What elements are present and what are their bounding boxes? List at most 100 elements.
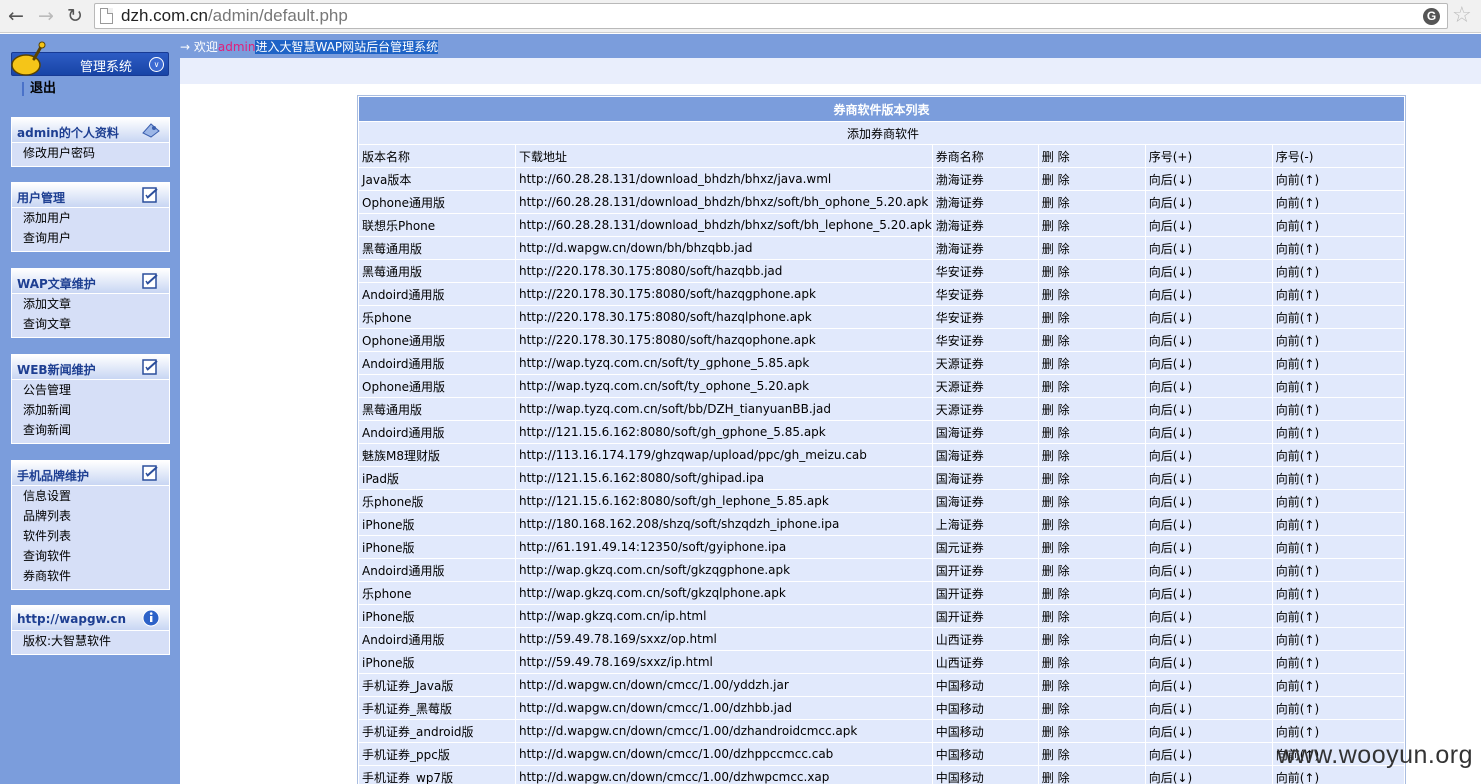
collapse-chevron-icon[interactable]: ∨ (149, 57, 164, 72)
delete-link[interactable]: 删 除 (1038, 582, 1145, 604)
move-up-link[interactable]: 向前(↑) (1272, 651, 1404, 673)
move-down-link[interactable]: 向后(↓) (1145, 513, 1272, 535)
reload-icon[interactable]: ↻ (63, 4, 87, 28)
forward-arrow-icon[interactable]: → (34, 4, 58, 28)
move-down-link[interactable]: 向后(↓) (1145, 260, 1272, 282)
delete-link[interactable]: 删 除 (1038, 444, 1145, 466)
sidebar-link[interactable]: 软件列表 (12, 526, 169, 546)
move-up-link[interactable]: 向前(↑) (1272, 260, 1404, 282)
move-up-link[interactable]: 向前(↑) (1272, 467, 1404, 489)
move-up-link[interactable]: 向前(↑) (1272, 237, 1404, 259)
delete-link[interactable]: 删 除 (1038, 191, 1145, 213)
move-down-link[interactable]: 向后(↓) (1145, 628, 1272, 650)
move-up-link[interactable]: 向前(↑) (1272, 168, 1404, 190)
move-up-link[interactable]: 向前(↑) (1272, 536, 1404, 558)
delete-link[interactable]: 删 除 (1038, 375, 1145, 397)
delete-link[interactable]: 删 除 (1038, 559, 1145, 581)
move-down-link[interactable]: 向后(↓) (1145, 237, 1272, 259)
sidebar-link[interactable]: 添加用户 (12, 208, 169, 228)
add-software-link[interactable]: 添加券商软件 (359, 122, 1404, 144)
delete-link[interactable]: 删 除 (1038, 260, 1145, 282)
delete-link[interactable]: 删 除 (1038, 743, 1145, 765)
delete-link[interactable]: 删 除 (1038, 720, 1145, 742)
delete-link[interactable]: 删 除 (1038, 352, 1145, 374)
move-down-link[interactable]: 向后(↓) (1145, 490, 1272, 512)
move-down-link[interactable]: 向后(↓) (1145, 168, 1272, 190)
back-arrow-icon[interactable]: ← (4, 4, 28, 28)
sidebar-link[interactable]: 信息设置 (12, 486, 169, 506)
move-down-link[interactable]: 向后(↓) (1145, 214, 1272, 236)
move-down-link[interactable]: 向后(↓) (1145, 329, 1272, 351)
logout-link[interactable]: 退出 (22, 82, 56, 96)
delete-link[interactable]: 删 除 (1038, 214, 1145, 236)
delete-link[interactable]: 删 除 (1038, 237, 1145, 259)
move-up-link[interactable]: 向前(↑) (1272, 605, 1404, 627)
delete-link[interactable]: 删 除 (1038, 398, 1145, 420)
move-up-link[interactable]: 向前(↑) (1272, 720, 1404, 742)
move-down-link[interactable]: 向后(↓) (1145, 743, 1272, 765)
move-down-link[interactable]: 向后(↓) (1145, 582, 1272, 604)
move-down-link[interactable]: 向后(↓) (1145, 766, 1272, 784)
move-down-link[interactable]: 向后(↓) (1145, 352, 1272, 374)
delete-link[interactable]: 删 除 (1038, 766, 1145, 784)
move-down-link[interactable]: 向后(↓) (1145, 191, 1272, 213)
delete-link[interactable]: 删 除 (1038, 628, 1145, 650)
bookmark-star-icon[interactable]: ☆ (1452, 3, 1472, 29)
move-up-link[interactable]: 向前(↑) (1272, 582, 1404, 604)
delete-link[interactable]: 删 除 (1038, 513, 1145, 535)
move-up-link[interactable]: 向前(↑) (1272, 513, 1404, 535)
move-up-link[interactable]: 向前(↑) (1272, 628, 1404, 650)
move-up-link[interactable]: 向前(↑) (1272, 697, 1404, 719)
address-bar[interactable]: dzh.com.cn/admin/default.php G (94, 3, 1448, 29)
move-down-link[interactable]: 向后(↓) (1145, 421, 1272, 443)
delete-link[interactable]: 删 除 (1038, 651, 1145, 673)
sidebar-link[interactable]: 修改用户密码 (12, 143, 169, 163)
move-up-link[interactable]: 向前(↑) (1272, 490, 1404, 512)
move-up-link[interactable]: 向前(↑) (1272, 421, 1404, 443)
move-up-link[interactable]: 向前(↑) (1272, 674, 1404, 696)
delete-link[interactable]: 删 除 (1038, 697, 1145, 719)
delete-link[interactable]: 删 除 (1038, 605, 1145, 627)
move-up-link[interactable]: 向前(↑) (1272, 214, 1404, 236)
delete-link[interactable]: 删 除 (1038, 283, 1145, 305)
sidebar-link[interactable]: 查询新闻 (12, 420, 169, 440)
sidebar-link[interactable]: 查询用户 (12, 228, 169, 248)
sidebar-link[interactable]: 品牌列表 (12, 506, 169, 526)
move-down-link[interactable]: 向后(↓) (1145, 283, 1272, 305)
move-down-link[interactable]: 向后(↓) (1145, 559, 1272, 581)
move-down-link[interactable]: 向后(↓) (1145, 674, 1272, 696)
sidebar-link[interactable]: 查询文章 (12, 314, 169, 334)
move-down-link[interactable]: 向后(↓) (1145, 651, 1272, 673)
sidebar-link[interactable]: 公告管理 (12, 380, 169, 400)
delete-link[interactable]: 删 除 (1038, 306, 1145, 328)
sidebar-link[interactable]: 版权:大智慧软件 (12, 631, 169, 651)
move-up-link[interactable]: 向前(↑) (1272, 306, 1404, 328)
delete-link[interactable]: 删 除 (1038, 536, 1145, 558)
sidebar-link[interactable]: 查询软件 (12, 546, 169, 566)
move-down-link[interactable]: 向后(↓) (1145, 306, 1272, 328)
delete-link[interactable]: 删 除 (1038, 467, 1145, 489)
delete-link[interactable]: 删 除 (1038, 490, 1145, 512)
move-down-link[interactable]: 向后(↓) (1145, 375, 1272, 397)
move-up-link[interactable]: 向前(↑) (1272, 375, 1404, 397)
move-down-link[interactable]: 向后(↓) (1145, 605, 1272, 627)
move-down-link[interactable]: 向后(↓) (1145, 398, 1272, 420)
delete-link[interactable]: 删 除 (1038, 421, 1145, 443)
move-up-link[interactable]: 向前(↑) (1272, 352, 1404, 374)
move-down-link[interactable]: 向后(↓) (1145, 444, 1272, 466)
move-up-link[interactable]: 向前(↑) (1272, 398, 1404, 420)
sidebar-link[interactable]: 券商软件 (12, 566, 169, 586)
sidebar-link[interactable]: 添加新闻 (12, 400, 169, 420)
sidebar-link[interactable]: 添加文章 (12, 294, 169, 314)
move-up-link[interactable]: 向前(↑) (1272, 329, 1404, 351)
google-icon[interactable]: G (1423, 8, 1440, 25)
move-down-link[interactable]: 向后(↓) (1145, 536, 1272, 558)
move-down-link[interactable]: 向后(↓) (1145, 720, 1272, 742)
move-up-link[interactable]: 向前(↑) (1272, 559, 1404, 581)
move-up-link[interactable]: 向前(↑) (1272, 444, 1404, 466)
move-down-link[interactable]: 向后(↓) (1145, 467, 1272, 489)
move-up-link[interactable]: 向前(↑) (1272, 191, 1404, 213)
delete-link[interactable]: 删 除 (1038, 329, 1145, 351)
move-up-link[interactable]: 向前(↑) (1272, 283, 1404, 305)
delete-link[interactable]: 删 除 (1038, 674, 1145, 696)
